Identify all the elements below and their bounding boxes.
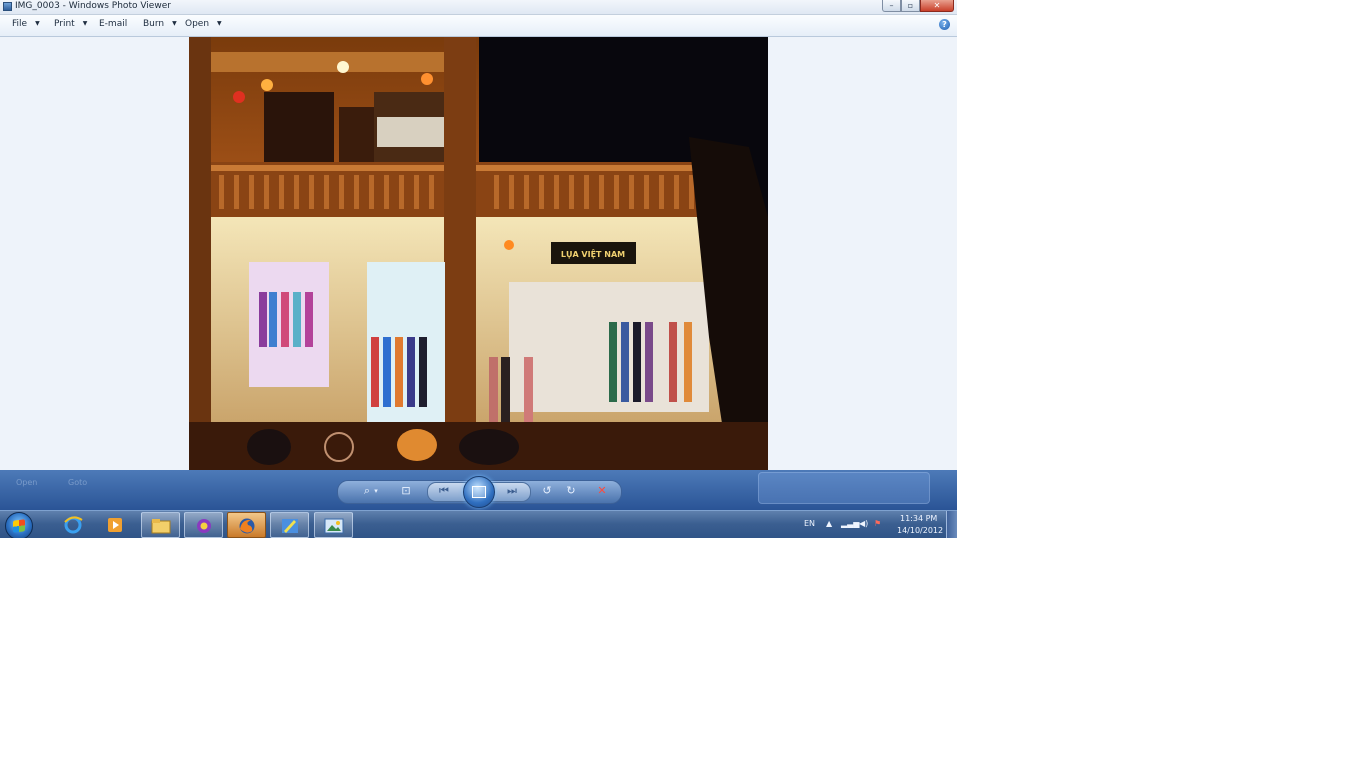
menu-email[interactable]: E-mail	[99, 19, 127, 29]
chevron-down-icon: ▼	[35, 20, 40, 27]
taskbar-internet-explorer[interactable]	[54, 512, 93, 538]
taskbar-photo-viewer[interactable]	[314, 512, 353, 538]
screen: IMG_0003 - Windows Photo Viewer – ▫ ✕ Fi…	[0, 0, 957, 538]
delete-icon[interactable]: ✕	[592, 481, 612, 501]
menu-burn-label: Burn	[143, 19, 165, 29]
menu-open-label: Open	[185, 19, 210, 29]
ghost-label-open: Open	[16, 478, 38, 487]
photo-viewer-app-icon	[3, 2, 12, 11]
menu-print[interactable]: Print ▼	[54, 19, 87, 29]
next-icon[interactable]: ⏭	[501, 481, 523, 501]
help-icon[interactable]: ?	[939, 19, 950, 30]
rotate-cw-icon[interactable]: ↻	[561, 481, 581, 501]
clock-date[interactable]: 14/10/2012	[897, 526, 943, 535]
network-icon[interactable]: ▂▃▅	[841, 519, 859, 528]
internet-explorer-icon	[64, 516, 83, 534]
title-bar: IMG_0003 - Windows Photo Viewer – ▫ ✕	[0, 0, 957, 15]
previous-icon[interactable]: ⏮	[433, 481, 455, 501]
taskbar-media-player[interactable]	[96, 512, 135, 538]
menu-open[interactable]: Open ▼	[185, 19, 222, 29]
action-center-icon[interactable]: ⚑	[874, 519, 881, 528]
media-player-icon	[108, 518, 122, 532]
start-button[interactable]	[5, 512, 33, 538]
messenger-icon	[197, 519, 211, 533]
rotate-ccw-icon[interactable]: ↺	[537, 481, 557, 501]
show-hidden-icons-icon[interactable]: ▲	[826, 519, 832, 528]
menu-file-label: File	[12, 19, 28, 29]
shop-sign-text: LỤA VIỆT NAM	[561, 249, 625, 259]
taskbar-messenger[interactable]	[184, 512, 223, 538]
ghost-label-goto: Goto	[68, 478, 88, 487]
decorative-panel	[758, 472, 930, 504]
chevron-down-icon: ▼	[172, 20, 177, 27]
system-tray: EN ▲ ▂▃▅ ◀) ⚑ 11:34 PM 14/10/2012	[790, 511, 957, 538]
menu-print-label: Print	[54, 19, 75, 29]
actual-size-icon[interactable]: ⊡	[396, 481, 416, 501]
volume-icon[interactable]: ◀)	[859, 519, 868, 528]
taskbar-firefox[interactable]	[227, 512, 266, 538]
chevron-down-icon: ▼	[217, 20, 222, 27]
window-title: IMG_0003 - Windows Photo Viewer	[15, 1, 171, 11]
menu-file[interactable]: File ▼	[12, 19, 40, 29]
close-button[interactable]: ✕	[920, 0, 954, 12]
paint-icon	[282, 519, 298, 533]
zoom-dropdown-icon[interactable]: ▾	[370, 481, 382, 501]
show-desktop-button[interactable]	[946, 511, 957, 538]
viewer-control-bar: Open Goto ⌕ ▾ ⊡ ⏮ ⏭ ↺ ↻ ✕	[0, 470, 957, 510]
language-indicator[interactable]: EN	[804, 519, 815, 528]
taskbar: EN ▲ ▂▃▅ ◀) ⚑ 11:34 PM 14/10/2012	[0, 510, 957, 538]
menu-bar: File ▼ Print ▼ E-mail Burn ▼ Open ▼ ?	[0, 15, 957, 37]
slideshow-icon[interactable]	[463, 476, 495, 508]
displayed-photo[interactable]: LỤA VIỆT NAM	[189, 37, 768, 470]
clock-time[interactable]: 11:34 PM	[900, 514, 937, 523]
chevron-down-icon: ▼	[82, 20, 88, 27]
photo-viewer-icon	[324, 518, 344, 534]
taskbar-paint[interactable]	[270, 512, 309, 538]
menu-burn[interactable]: Burn ▼	[143, 19, 177, 29]
minimize-button[interactable]: –	[882, 0, 901, 12]
taskbar-file-explorer[interactable]	[141, 512, 180, 538]
file-explorer-icon	[151, 519, 171, 534]
firefox-icon	[239, 518, 255, 534]
menu-email-label: E-mail	[99, 19, 128, 29]
image-viewer-area: LỤA VIỆT NAM	[0, 37, 957, 470]
maximize-button[interactable]: ▫	[901, 0, 920, 12]
photo-night-shopfront-image: LỤA VIỆT NAM	[189, 37, 768, 470]
